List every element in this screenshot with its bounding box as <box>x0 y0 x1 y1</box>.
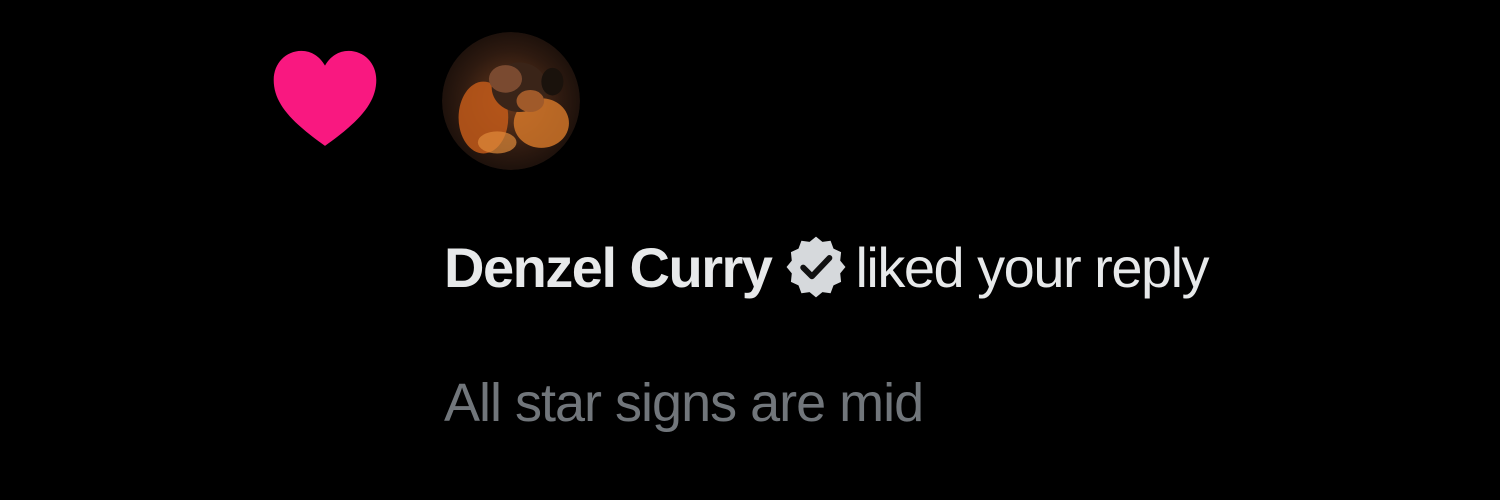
heart-icon <box>268 42 382 150</box>
verified-badge-icon <box>781 232 851 302</box>
reply-preview-text[interactable]: All star signs are mid <box>444 372 924 434</box>
user-avatar[interactable] <box>442 32 580 170</box>
user-name-link[interactable]: Denzel Curry <box>444 235 773 300</box>
like-notification[interactable]: Denzel Curry liked your reply All star s… <box>0 0 1500 500</box>
notification-headline: Denzel Curry liked your reply <box>444 232 1210 302</box>
action-text: liked your reply <box>855 235 1209 299</box>
